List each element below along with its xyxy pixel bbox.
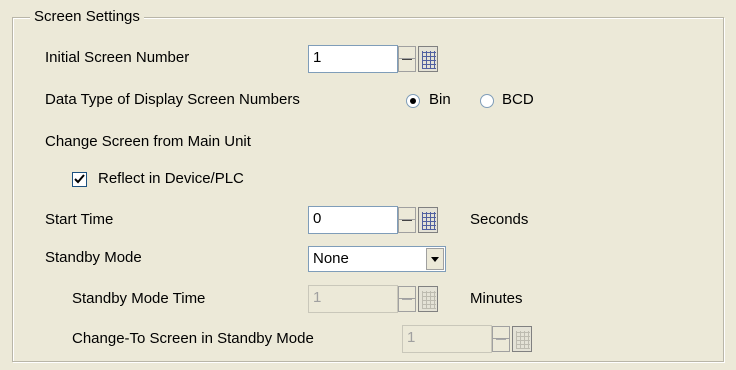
chevron-down-icon[interactable]	[426, 248, 444, 270]
change-screen-label: Change Screen from Main Unit	[45, 133, 251, 150]
radio-bcd[interactable]	[480, 94, 494, 108]
radio-bin[interactable]	[406, 94, 420, 108]
reflect-label: Reflect in Device/PLC	[98, 170, 244, 187]
start-time-spinner[interactable]	[398, 207, 416, 233]
initial-screen-spinner[interactable]	[398, 46, 416, 72]
standby-mode-value: None	[313, 250, 349, 267]
keypad-icon[interactable]	[418, 46, 438, 72]
radio-bin-label: Bin	[429, 91, 451, 108]
data-type-label: Data Type of Display Screen Numbers	[45, 91, 300, 108]
standby-time-unit: Minutes	[470, 290, 523, 307]
initial-screen-label: Initial Screen Number	[45, 49, 190, 66]
standby-time-input: 1	[308, 285, 398, 313]
change-to-screen-input: 1	[402, 325, 492, 353]
reflect-checkbox[interactable]	[72, 172, 87, 187]
radio-bcd-label: BCD	[502, 91, 534, 108]
check-icon	[74, 174, 85, 184]
keypad-icon[interactable]	[418, 207, 438, 233]
start-time-label: Start Time	[45, 211, 114, 228]
change-to-screen-spinner	[492, 326, 510, 352]
start-time-input[interactable]: 0	[308, 206, 398, 234]
standby-mode-select[interactable]: None	[308, 246, 446, 272]
standby-time-label: Standby Mode Time	[72, 290, 206, 307]
keypad-icon	[418, 286, 438, 312]
standby-mode-label: Standby Mode	[45, 249, 142, 266]
keypad-icon	[512, 326, 532, 352]
group-title: Screen Settings	[30, 8, 144, 25]
initial-screen-input[interactable]: 1	[308, 45, 398, 73]
start-time-unit: Seconds	[470, 211, 529, 228]
change-to-screen-label: Change-To Screen in Standby Mode	[72, 330, 314, 347]
standby-time-spinner	[398, 286, 416, 312]
